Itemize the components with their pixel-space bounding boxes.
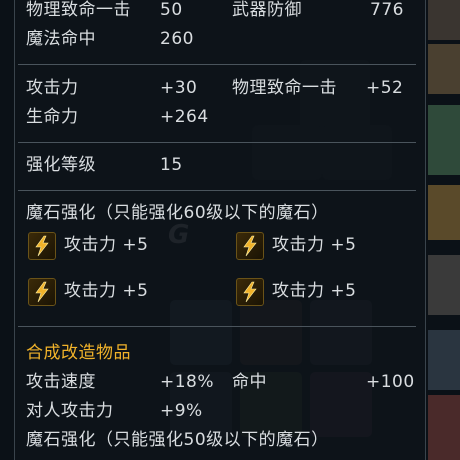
- manastone-slot-4: 攻击力 +5: [272, 281, 357, 301]
- manastone-icon[interactable]: [236, 232, 264, 260]
- stat-label-phys-crit: 物理致命一击: [26, 0, 131, 20]
- fusion-title: 合成改造物品: [26, 343, 131, 363]
- bonus-value-attack: +30: [160, 78, 198, 98]
- manastone-icon[interactable]: [236, 278, 264, 306]
- bonus-label-hp: 生命力: [26, 107, 79, 127]
- stat-value-phys-crit: 50: [160, 0, 183, 20]
- fusion-manastone-title: 魔石强化（只能强化50级以下的魔石）: [26, 430, 329, 450]
- bonus-value-phys-crit: +52: [366, 78, 404, 98]
- separator: [18, 142, 416, 143]
- bonus-label-attack: 攻击力: [26, 78, 79, 98]
- fusion-label-pvp-attack: 对人攻击力: [26, 401, 114, 421]
- fusion-value-accuracy: +100: [366, 372, 415, 392]
- stat-value-magic-accuracy: 260: [160, 29, 194, 49]
- separator: [18, 190, 416, 191]
- separator: [18, 326, 416, 327]
- watermark-logo: G: [168, 220, 190, 250]
- fusion-value-pvp-attack: +9%: [160, 401, 203, 421]
- stat-label-magic-accuracy: 魔法命中: [26, 29, 96, 49]
- stat-value-weapon-defense: 776: [370, 0, 404, 20]
- manastone-slot-3: 攻击力 +5: [64, 281, 149, 301]
- bonus-value-hp: +264: [160, 107, 209, 127]
- fusion-label-attack-speed: 攻击速度: [26, 372, 96, 392]
- manastone-slot-2: 攻击力 +5: [272, 235, 357, 255]
- fusion-value-attack-speed: +18%: [160, 372, 215, 392]
- manastone-icon[interactable]: [28, 278, 56, 306]
- inventory-slots-strip[interactable]: [426, 0, 460, 460]
- separator: [18, 64, 416, 65]
- stat-label-weapon-defense: 武器防御: [232, 0, 302, 20]
- fusion-label-accuracy: 命中: [232, 372, 267, 392]
- manastone-slot-1: 攻击力 +5: [64, 235, 149, 255]
- enhance-label: 强化等级: [26, 155, 96, 175]
- manastone-icon[interactable]: [28, 232, 56, 260]
- bonus-label-phys-crit: 物理致命一击: [232, 78, 337, 98]
- enhance-value: 15: [160, 155, 183, 175]
